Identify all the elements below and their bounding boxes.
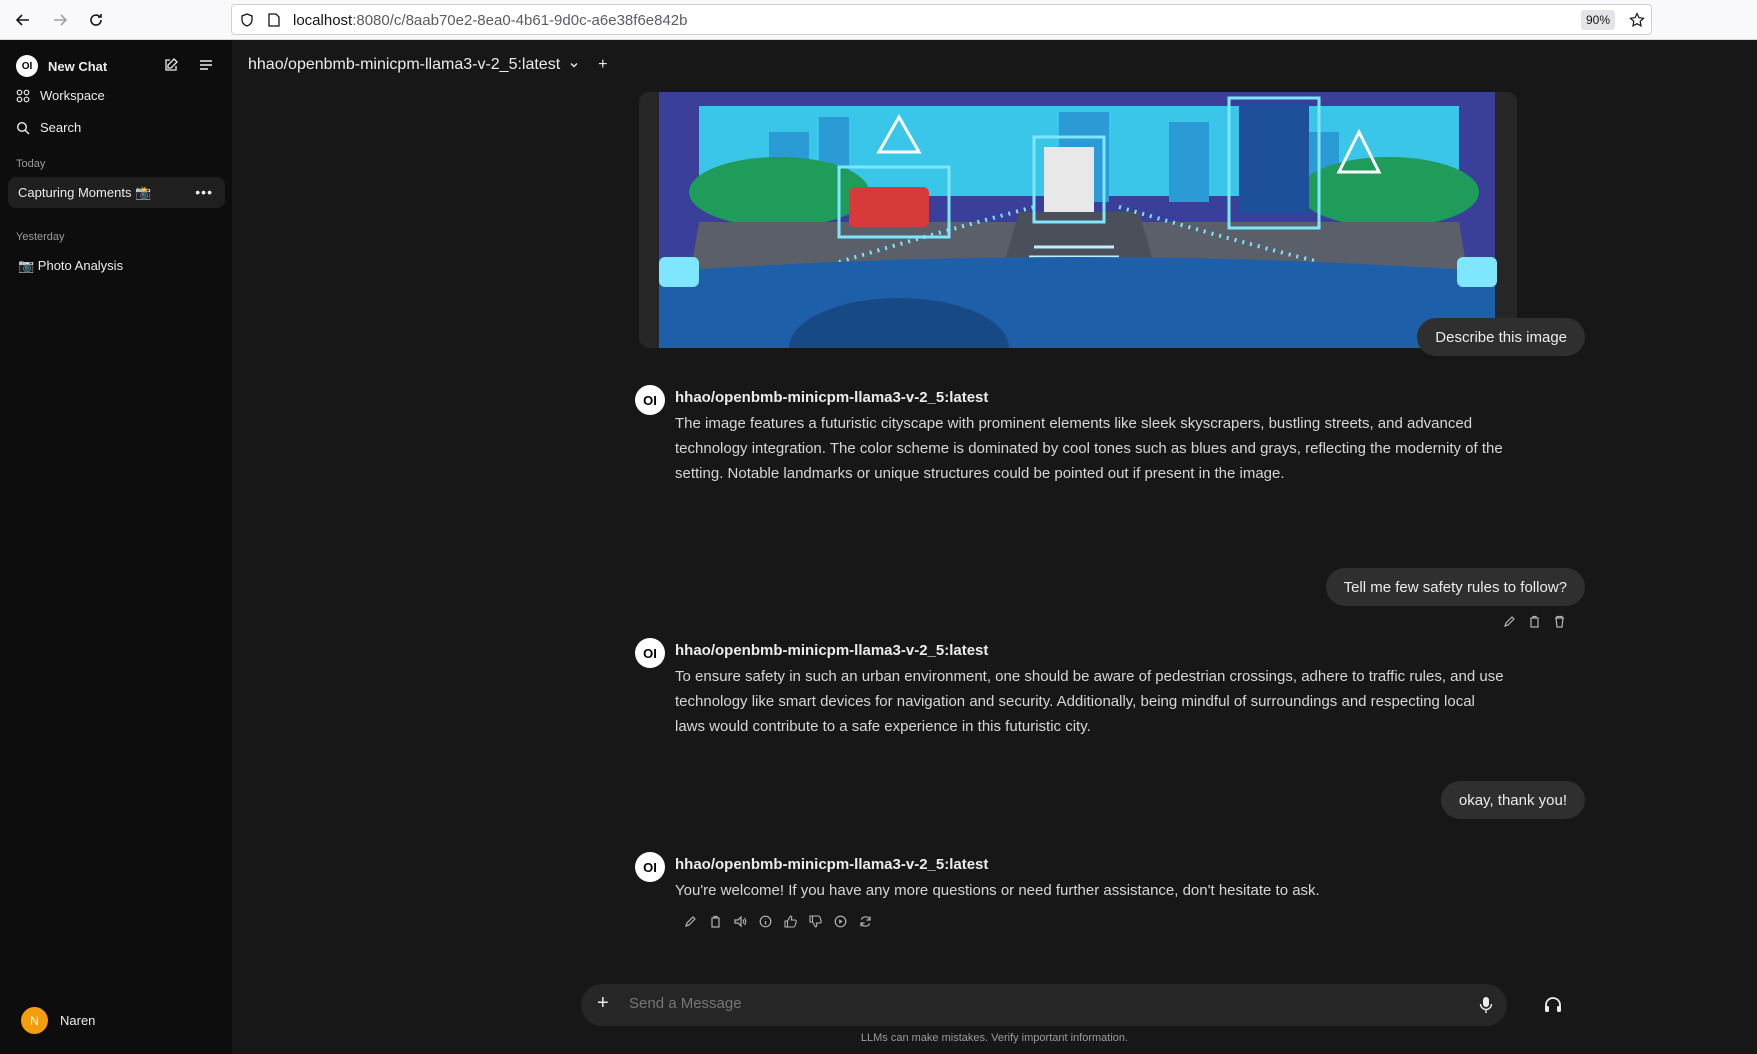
user-message: Describe this image <box>1417 318 1585 356</box>
arrow-left-icon <box>15 14 29 26</box>
search-label: Search <box>40 120 82 135</box>
new-chat-row[interactable]: OI New Chat <box>16 55 107 77</box>
section-yesterday: Yesterday <box>16 231 65 243</box>
chat-item-label: 📷 Photo Analysis <box>18 257 124 273</box>
microphone-icon[interactable] <box>1479 996 1493 1014</box>
page-icon <box>268 13 280 27</box>
model-selector[interactable]: hhao/openbmb-minicpm-llama3-v-2_5:latest… <box>248 56 608 74</box>
regenerate-icon[interactable] <box>857 913 873 929</box>
more-options-icon[interactable]: ••• <box>195 184 213 200</box>
assistant-message-actions <box>682 913 873 929</box>
assistant-name: hhao/openbmb-minicpm-llama3-v-2_5:latest <box>675 856 989 873</box>
section-today: Today <box>16 158 46 170</box>
assistant-text: The image features a futuristic cityscap… <box>675 415 1503 482</box>
arrow-right-icon <box>54 14 68 26</box>
headphones-icon[interactable] <box>1543 995 1563 1015</box>
delete-icon[interactable] <box>1551 613 1567 629</box>
edit-icon[interactable] <box>682 913 698 929</box>
assistant-name: hhao/openbmb-minicpm-llama3-v-2_5:latest <box>675 389 989 406</box>
assistant-avatar: OI <box>635 385 665 415</box>
openwebui-logo: OI <box>16 55 38 77</box>
chat-item-label: Capturing Moments 📸 <box>18 184 152 200</box>
message-composer: + <box>581 984 1507 1026</box>
reload-icon <box>90 14 102 26</box>
attach-plus-icon[interactable]: + <box>597 992 609 1015</box>
star-icon[interactable] <box>1629 12 1645 28</box>
info-icon[interactable] <box>757 913 773 929</box>
back-button[interactable] <box>11 8 35 32</box>
play-circle-icon[interactable] <box>832 913 848 929</box>
forward-button[interactable] <box>48 8 72 32</box>
user-message: Tell me few safety rules to follow? <box>1325 568 1585 606</box>
new-chat-label: New Chat <box>48 58 108 74</box>
chat-item-capturing-moments[interactable]: Capturing Moments 📸 ••• <box>8 177 225 208</box>
disclaimer-text: LLMs can make mistakes. Verify important… <box>860 1032 1129 1044</box>
sidebar: OI New Chat Workspace Search Today Captu… <box>0 40 232 1054</box>
speaker-icon[interactable] <box>732 913 748 929</box>
user-message-actions <box>1501 613 1567 629</box>
reload-button[interactable] <box>84 8 108 32</box>
chevron-down-icon <box>570 63 578 68</box>
assistant-avatar: OI <box>635 852 665 882</box>
workspace-link[interactable]: Workspace <box>16 88 105 103</box>
user-message: okay, thank you! <box>1440 781 1585 819</box>
user-name: Naren <box>60 1013 96 1028</box>
thumbs-down-icon[interactable] <box>807 913 823 929</box>
workspace-icon <box>16 89 30 102</box>
assistant-name: hhao/openbmb-minicpm-llama3-v-2_5:latest <box>675 642 989 659</box>
chat-main: hhao/openbmb-minicpm-llama3-v-2_5:latest… <box>232 40 1757 1054</box>
attached-image[interactable] <box>639 92 1517 348</box>
browser-toolbar: localhost:8080/c/8aab70e2-8ea0-4b61-9d0c… <box>0 0 1757 40</box>
user-menu[interactable]: N Naren <box>21 1007 95 1034</box>
edit-icon[interactable] <box>1501 613 1517 629</box>
assistant-text: You're welcome! If you have any more que… <box>675 882 1320 899</box>
chat-item-photo-analysis[interactable]: 📷 Photo Analysis <box>8 250 225 281</box>
zoom-badge[interactable]: 90% <box>1580 10 1615 30</box>
message-input[interactable] <box>629 995 1429 1012</box>
search-icon <box>16 121 30 134</box>
car-dashboard-illustration <box>659 92 1497 348</box>
compose-icon[interactable] <box>163 57 179 73</box>
shield-icon <box>241 13 253 27</box>
workspace-label: Workspace <box>40 88 105 103</box>
thumbs-up-icon[interactable] <box>782 913 798 929</box>
search-link[interactable]: Search <box>16 120 81 135</box>
address-bar[interactable]: localhost:8080/c/8aab70e2-8ea0-4b61-9d0c… <box>231 4 1652 35</box>
assistant-avatar: OI <box>635 638 665 668</box>
url-text[interactable]: localhost:8080/c/8aab70e2-8ea0-4b61-9d0c… <box>293 12 688 29</box>
model-name: hhao/openbmb-minicpm-llama3-v-2_5:latest <box>248 56 561 73</box>
copy-icon[interactable] <box>1526 613 1542 629</box>
avatar: N <box>21 1007 48 1034</box>
add-model-icon[interactable]: + <box>598 56 607 74</box>
assistant-text: To ensure safety in such an urban enviro… <box>675 668 1504 735</box>
copy-icon[interactable] <box>707 913 723 929</box>
menu-icon[interactable] <box>198 57 214 73</box>
